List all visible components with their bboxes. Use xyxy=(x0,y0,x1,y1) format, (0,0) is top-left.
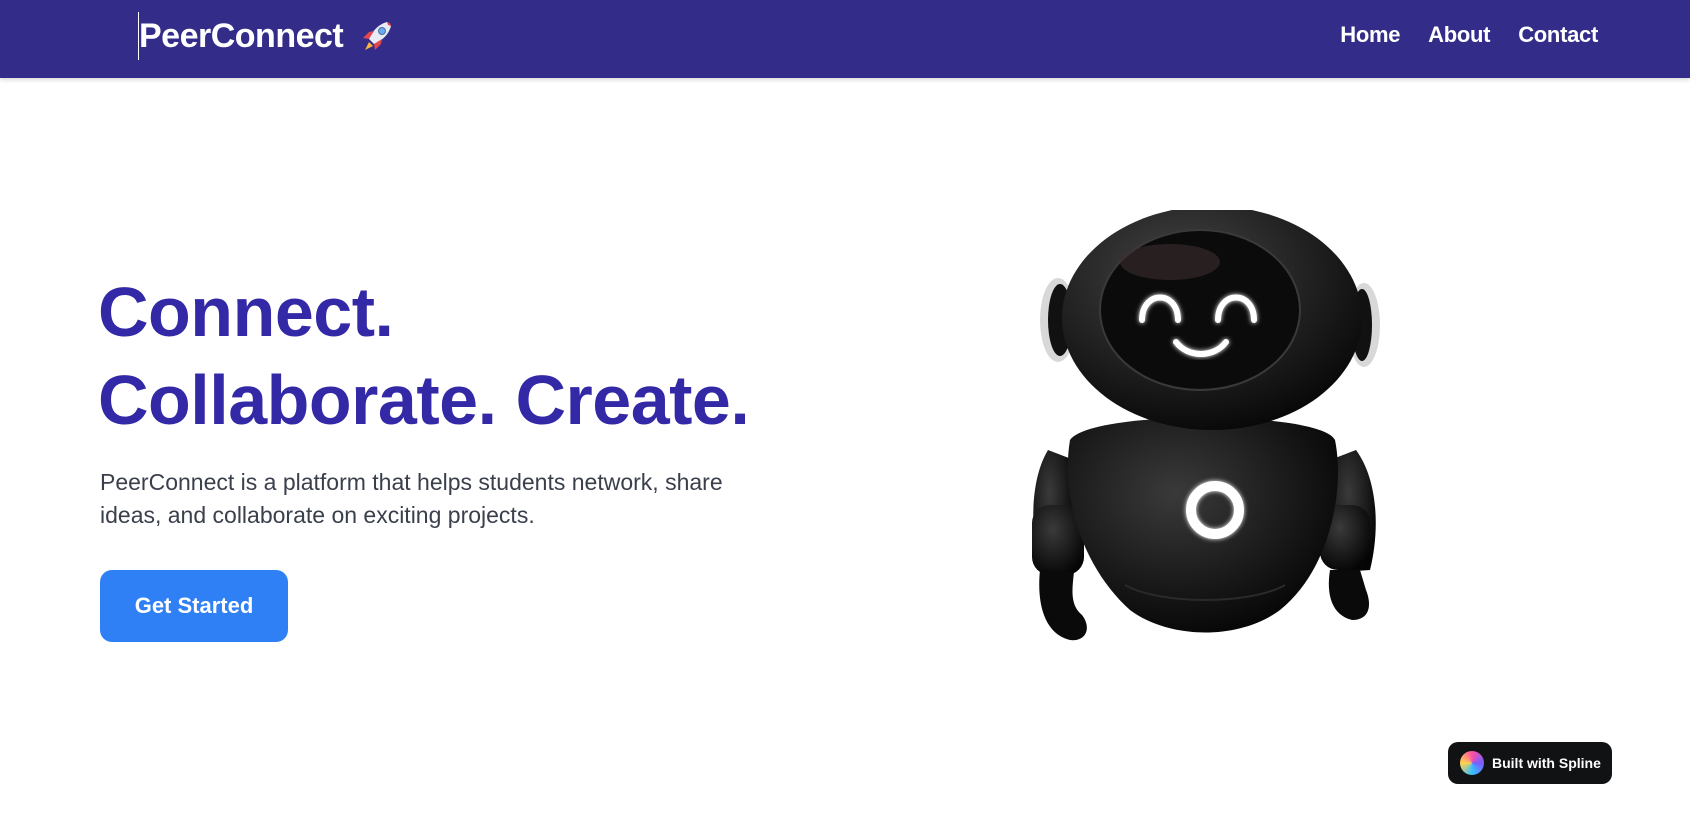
spline-badge-label: Built with Spline xyxy=(1492,755,1601,771)
navbar: PeerConnect Home About Contact xyxy=(0,0,1690,78)
robot-illustration xyxy=(1032,210,1380,641)
hero-title-line1: Connect. xyxy=(98,273,394,351)
hero-title-line2: Collaborate. Create. xyxy=(98,361,750,439)
hero-description: PeerConnect is a platform that helps stu… xyxy=(100,469,723,528)
spline-logo-icon xyxy=(1460,751,1484,775)
nav-links: Home About Contact xyxy=(1340,22,1598,48)
get-started-button[interactable]: Get Started xyxy=(100,570,288,642)
hero-title: Connect. Collaborate. Create. xyxy=(98,268,750,444)
nav-about-link[interactable]: About xyxy=(1428,22,1490,48)
nav-contact-link[interactable]: Contact xyxy=(1518,22,1598,48)
built-with-spline-badge[interactable]: Built with Spline xyxy=(1448,742,1612,784)
nav-home-link[interactable]: Home xyxy=(1340,22,1400,48)
brand-logo[interactable]: PeerConnect xyxy=(138,12,397,60)
brand-name: PeerConnect xyxy=(139,16,344,55)
rocket-icon xyxy=(363,22,392,50)
